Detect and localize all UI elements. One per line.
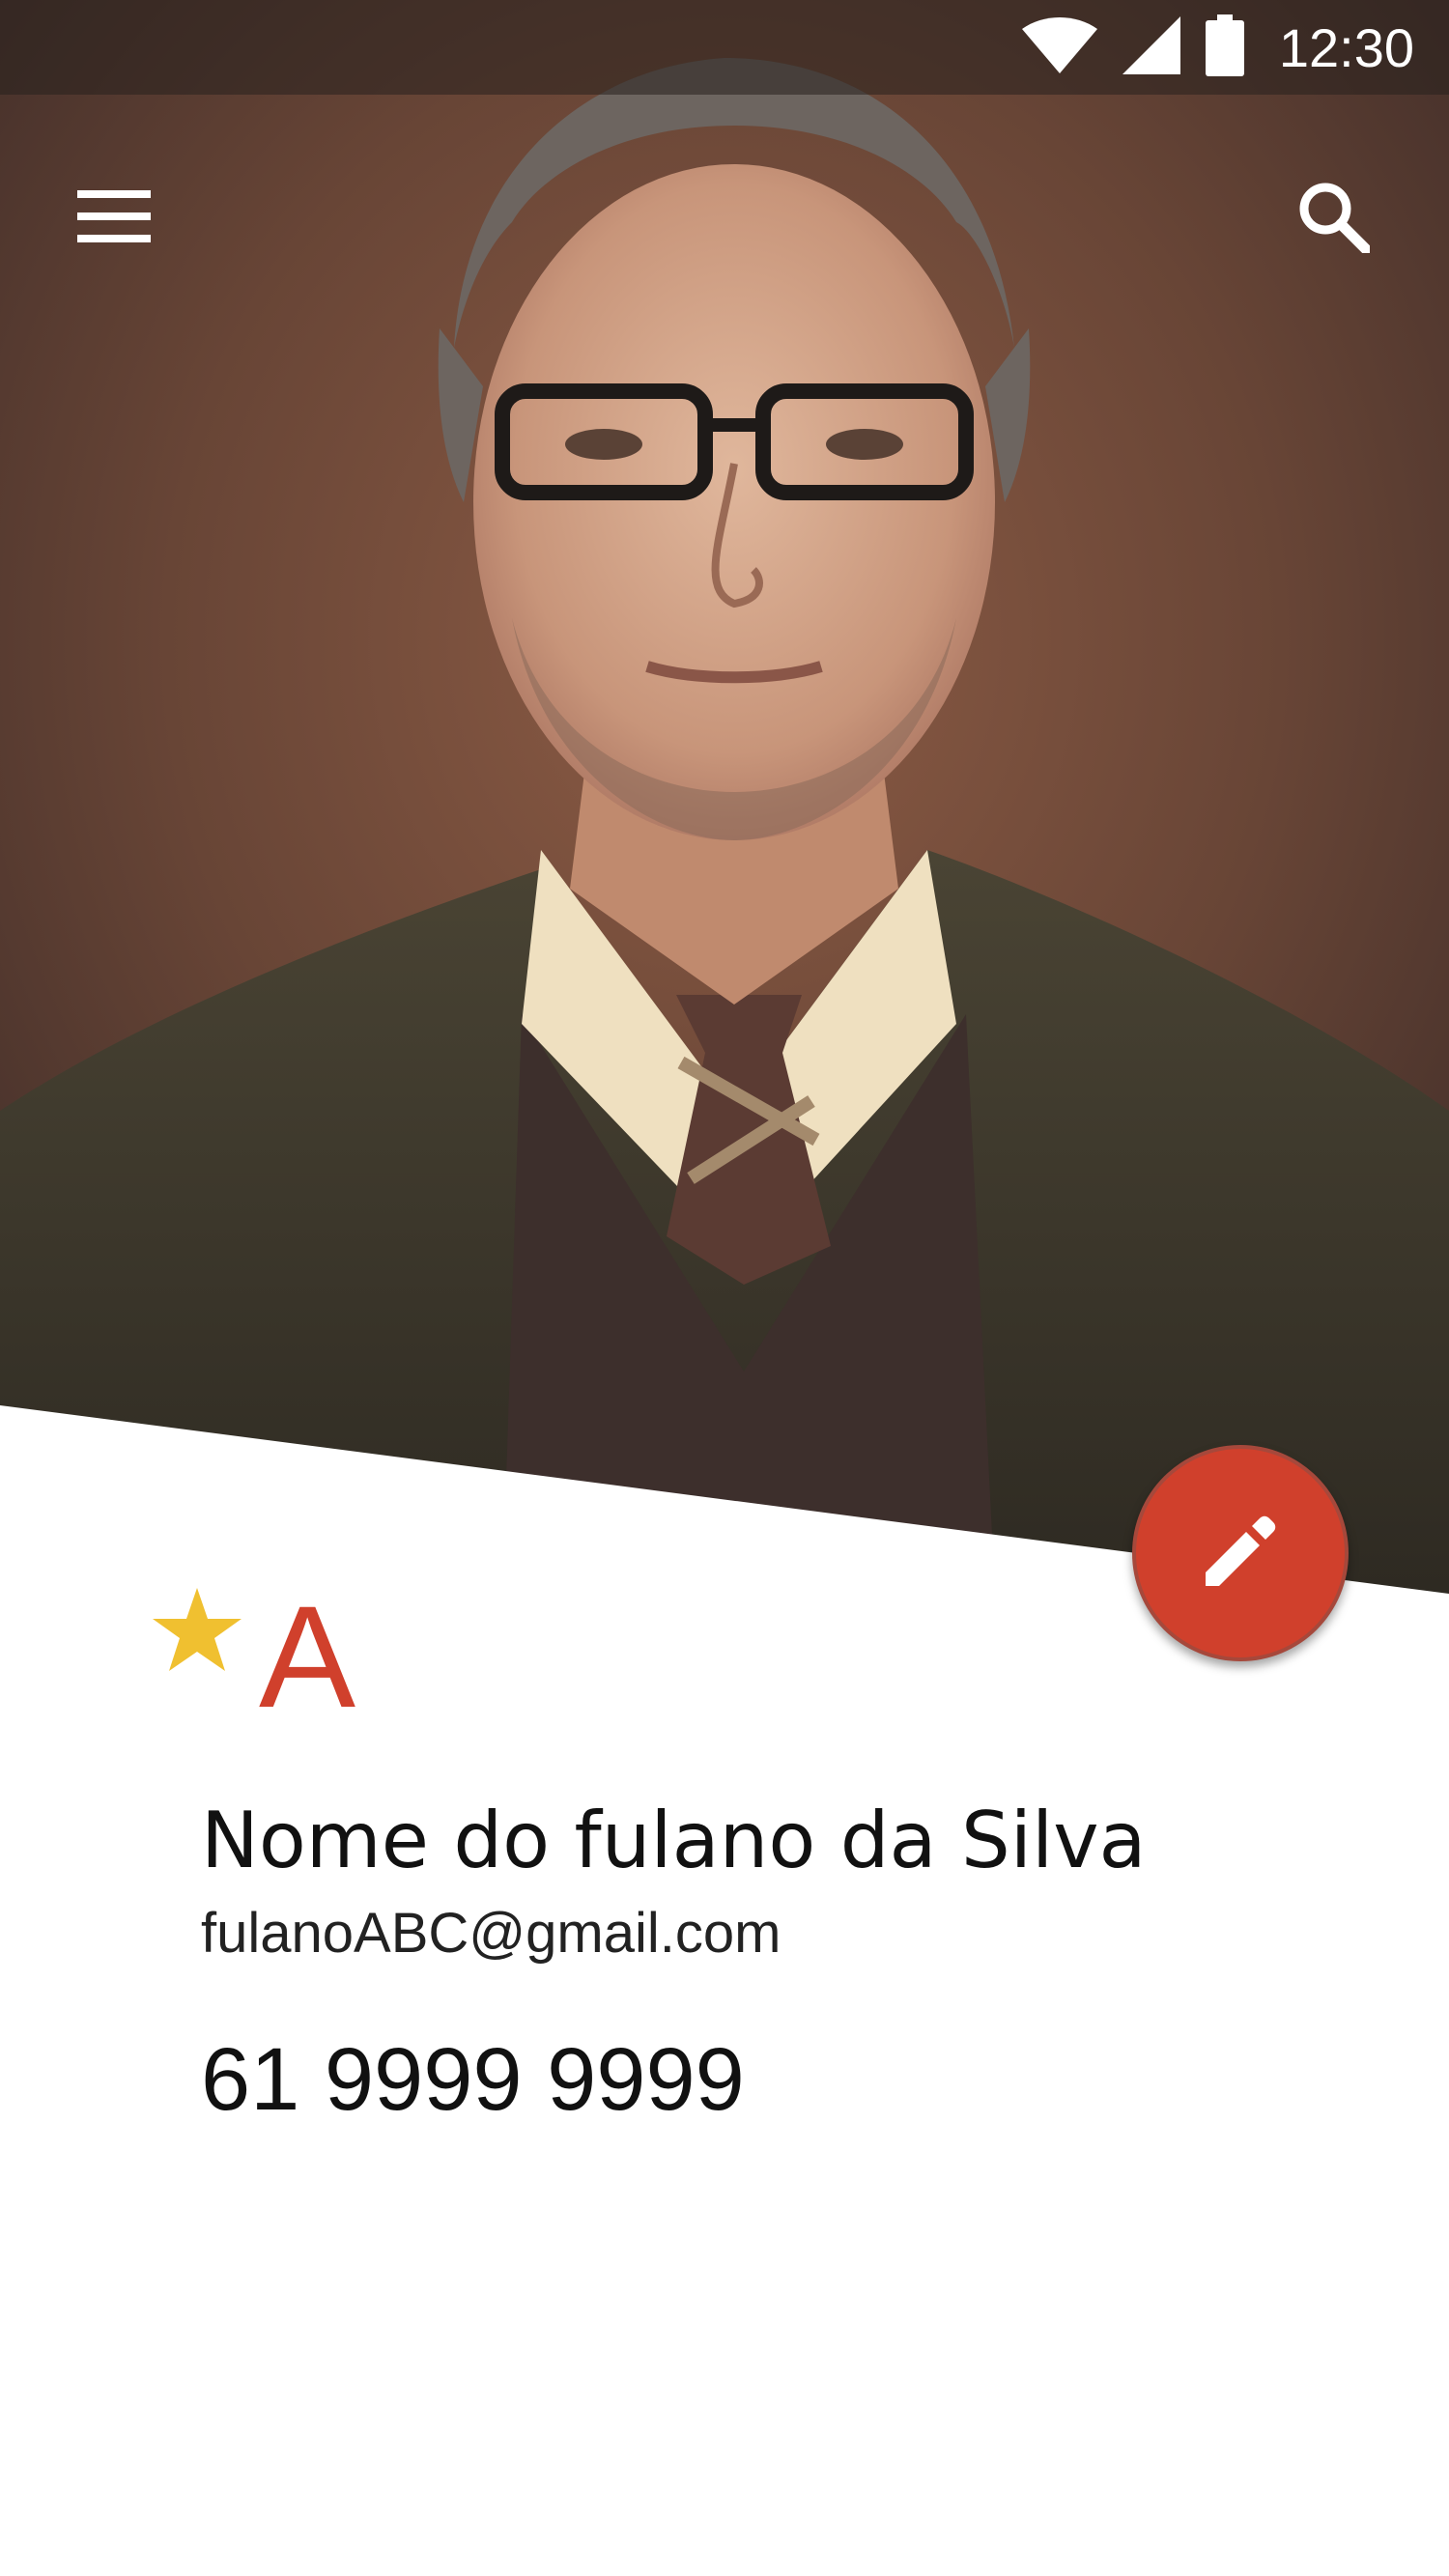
contact-detail-screen: 12:30 A Nome do fulano da Silva fulanoAB… <box>0 0 1449 2576</box>
contact-name: Nome do fulano da Silva <box>201 1796 1147 1885</box>
edit-contact-button[interactable] <box>1132 1445 1349 1661</box>
search-button[interactable] <box>1277 162 1389 274</box>
app-bar <box>0 95 1449 326</box>
wifi-icon <box>1021 16 1097 78</box>
contact-phone[interactable]: 61 9999 9999 <box>201 2026 745 2133</box>
status-time: 12:30 <box>1278 16 1414 78</box>
pencil-edit-icon <box>1202 1513 1279 1595</box>
hamburger-menu-icon <box>77 189 151 247</box>
star-icon[interactable] <box>151 1584 243 1677</box>
contact-email[interactable]: fulanoABC@gmail.com <box>201 1899 781 1968</box>
index-letter: A <box>259 1575 356 1738</box>
status-bar: 12:30 <box>0 0 1449 95</box>
menu-button[interactable] <box>58 162 170 274</box>
cell-signal-icon <box>1122 15 1180 79</box>
search-icon <box>1296 180 1372 258</box>
battery-icon <box>1205 14 1244 81</box>
